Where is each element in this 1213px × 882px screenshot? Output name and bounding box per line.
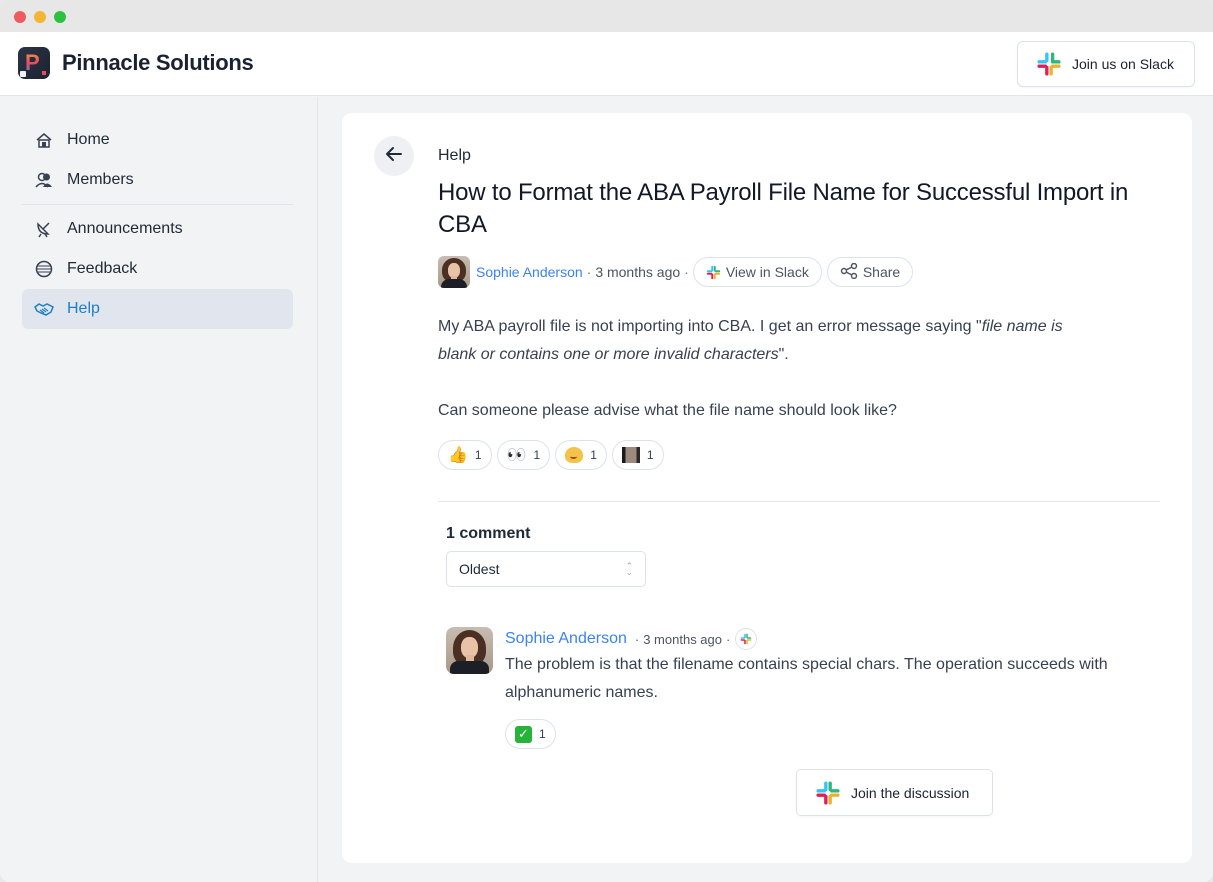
comment-sort-select[interactable]: Oldest ⌃ ⌄ (446, 551, 646, 587)
post-text: My ABA payroll file is not importing int… (438, 318, 982, 335)
members-icon (34, 170, 54, 190)
separator: · (634, 631, 640, 647)
post-text: ". (778, 346, 789, 363)
sort-selected-value: Oldest (459, 561, 500, 577)
view-in-slack-label: View in Slack (725, 264, 809, 280)
comment-count: 1 comment (446, 525, 531, 542)
reaction-check-mark[interactable]: ✓ 1 (505, 719, 556, 749)
reaction-melting-face[interactable]: 1 (555, 440, 607, 470)
custom-emoji-icon (621, 447, 640, 463)
thumbs-up-icon: 👍 (448, 445, 468, 464)
reaction-count: 1 (590, 448, 597, 462)
sidebar-item-label: Announcements (67, 220, 183, 237)
feedback-globe-icon (34, 259, 54, 279)
post-title: How to Format the ABA Payroll File Name … (438, 179, 1129, 238)
share-label: Share (862, 264, 901, 280)
reaction-eyes[interactable]: 👀 1 (496, 440, 551, 470)
comment-text: The problem is that the filename contain… (505, 656, 1108, 701)
reaction-custom-image[interactable]: 1 (611, 440, 664, 470)
sidebar-divider (22, 204, 293, 205)
join-slack-button[interactable]: Join us on Slack (1017, 41, 1195, 87)
comment-author-avatar[interactable] (446, 627, 493, 674)
reaction-count: 1 (474, 448, 482, 462)
chevron-up-down-icon: ⌃ ⌄ (625, 561, 633, 577)
top-bar: P Pinnacle Solutions Join us on Slack (0, 32, 1213, 96)
comments-section: 1 comment Oldest ⌃ ⌄ Sophie Anderson · 3 … (446, 525, 1146, 749)
reaction-count: 1 (539, 727, 546, 741)
share-icon (840, 262, 858, 282)
sidebar-item-label: Feedback (67, 260, 138, 277)
view-in-slack-button[interactable]: View in Slack (692, 257, 822, 287)
section-divider (438, 501, 1160, 502)
comment-header: Sophie Anderson · 3 months ago · (505, 627, 1145, 651)
sidebar-item-label: Help (67, 300, 100, 317)
comment-body: Sophie Anderson · 3 months ago · The pro… (505, 627, 1145, 749)
post-reactions: 👍 1 👀 1 1 1 (438, 440, 664, 470)
slack-logo-icon (740, 633, 752, 645)
comment-reactions: ✓ 1 (505, 719, 1145, 749)
comment-author-link[interactable]: Sophie Anderson (505, 630, 627, 648)
close-window-button[interactable] (14, 11, 26, 23)
separator: · (586, 264, 592, 280)
sidebar-nav: Home Members Announcements Feedback Help (22, 120, 293, 329)
satellite-dish-icon (34, 219, 54, 239)
separator: · (726, 631, 731, 647)
separator: · (684, 264, 689, 280)
comment-time: 3 months ago (643, 631, 722, 647)
slack-logo-icon (1036, 51, 1062, 77)
brand-name[interactable]: Pinnacle Solutions (62, 50, 254, 76)
post-body: My ABA payroll file is not importing int… (438, 313, 1098, 425)
sidebar-item-announcements[interactable]: Announcements (22, 209, 293, 249)
reaction-thumbs-up[interactable]: 👍 1 (438, 440, 492, 470)
minimize-window-button[interactable] (34, 11, 46, 23)
sidebar-item-feedback[interactable]: Feedback (22, 249, 293, 289)
sidebar: Home Members Announcements Feedback Help (0, 97, 318, 882)
author-name-link[interactable]: Sophie Anderson (476, 264, 583, 280)
author-avatar[interactable] (438, 256, 470, 288)
check-mark-icon: ✓ (515, 725, 532, 743)
pinnacle-logo-icon[interactable]: P (18, 47, 50, 79)
post-card: Help How to Format the ABA Payroll File … (342, 113, 1192, 863)
join-discussion-button[interactable]: Join the discussion (796, 769, 993, 816)
sidebar-item-label: Home (67, 131, 110, 148)
slack-logo-icon (706, 265, 721, 280)
sidebar-item-label: Members (67, 171, 134, 188)
post-paragraph: My ABA payroll file is not importing int… (438, 313, 1098, 369)
post-meta: Sophie Anderson · 3 months ago · View in… (438, 256, 914, 288)
app-window: P Pinnacle Solutions Join us on Slack Ho… (0, 0, 1213, 882)
post-paragraph: Can someone please advise what the file … (438, 402, 897, 419)
back-button[interactable] (374, 136, 414, 176)
comment-slack-link[interactable] (735, 628, 758, 650)
join-slack-label: Join us on Slack (1072, 56, 1174, 72)
melting-face-icon (565, 447, 584, 463)
share-button[interactable]: Share (826, 257, 914, 287)
sidebar-item-home[interactable]: Home (22, 120, 293, 160)
slack-logo-icon (815, 780, 841, 806)
breadcrumb[interactable]: Help (438, 147, 471, 165)
join-discussion-label: Join the discussion (851, 784, 970, 801)
title-bar (0, 0, 1213, 32)
handshake-icon (34, 299, 54, 319)
reaction-count: 1 (646, 448, 654, 462)
post-time: 3 months ago (595, 264, 681, 280)
sidebar-item-members[interactable]: Members (22, 160, 293, 200)
house-icon (34, 130, 54, 150)
reaction-count: 1 (533, 448, 541, 462)
arrow-left-icon (385, 146, 403, 167)
sidebar-item-help[interactable]: Help (22, 289, 293, 329)
eyes-icon: 👀 (506, 445, 527, 464)
maximize-window-button[interactable] (54, 11, 66, 23)
